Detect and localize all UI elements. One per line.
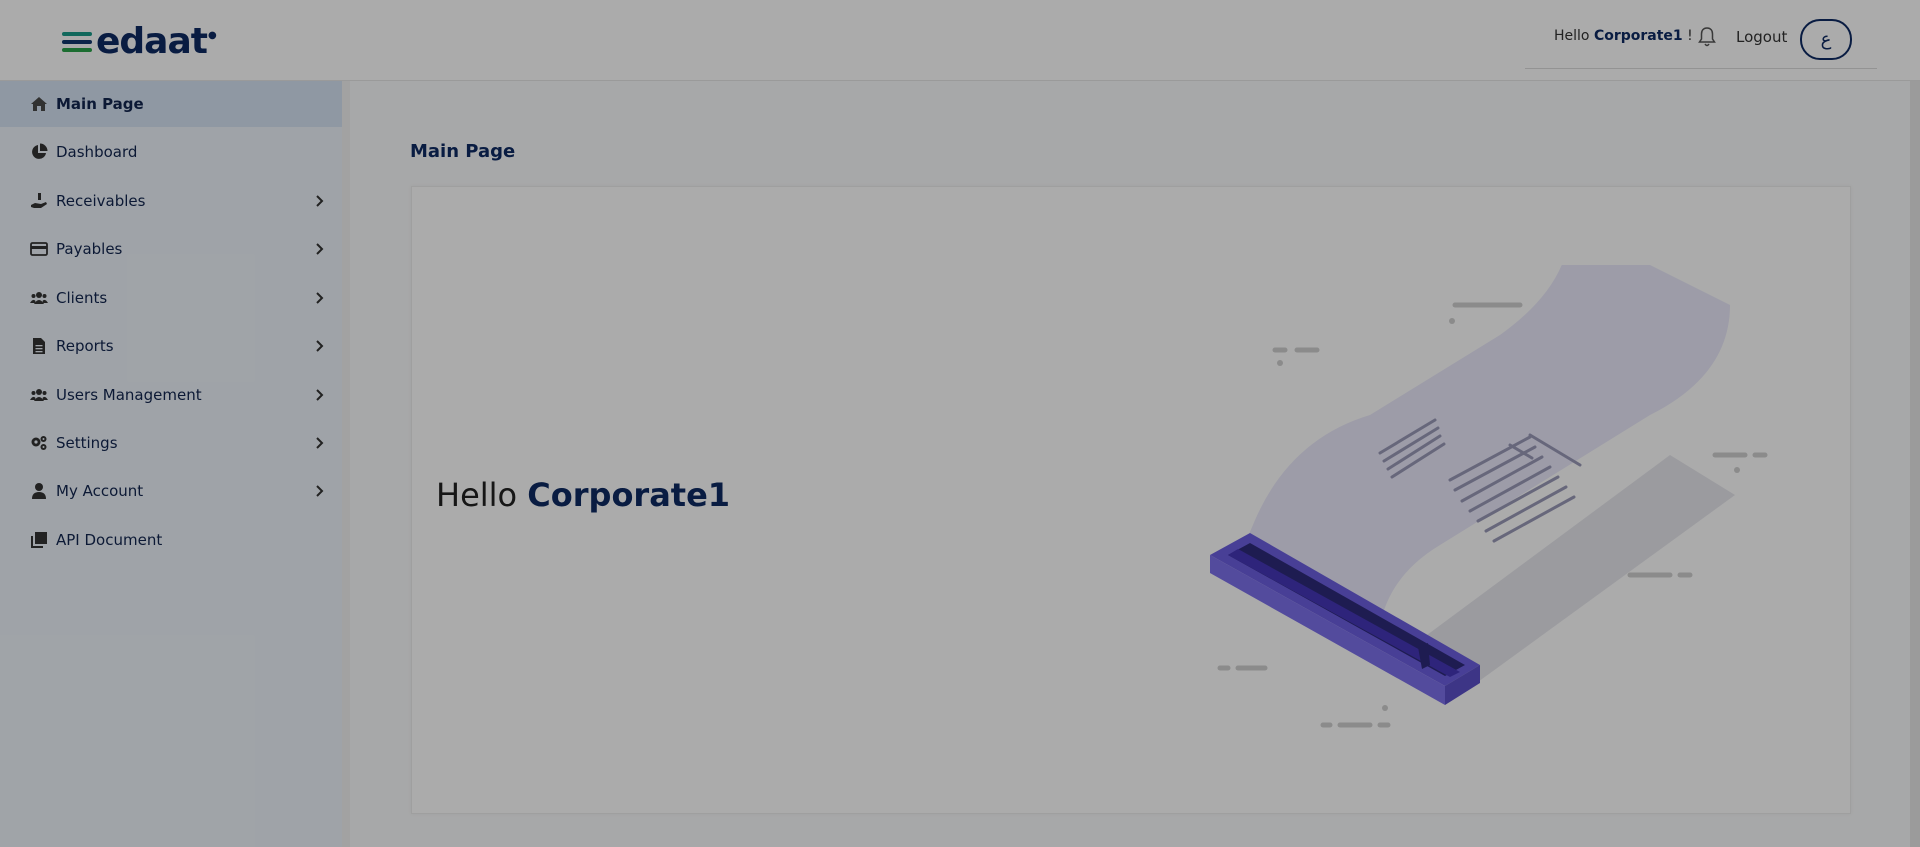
logo-registered-mark: ● (207, 29, 217, 41)
welcome-prefix: Hello (436, 476, 518, 514)
chevron-right-icon (316, 292, 324, 304)
home-icon (31, 97, 47, 111)
sidebar-item-label: Settings (56, 434, 118, 452)
credit-card-icon (30, 242, 48, 256)
greeting-suffix: ! (1687, 28, 1693, 44)
chevron-right-icon (316, 485, 324, 497)
chevron-right-icon (316, 340, 324, 352)
greeting-username: Corporate1 (1593, 28, 1683, 44)
edaat-logo[interactable]: edaat ● (62, 24, 217, 60)
sidebar-item-label: Clients (56, 289, 108, 307)
pie-chart-icon (32, 143, 48, 159)
sidebar-content-separator (342, 81, 350, 847)
user-icon (32, 483, 46, 499)
hand-coin-icon (31, 193, 47, 208)
sidebar-item-label: API Document (56, 531, 163, 549)
greeting-prefix: Hello (1554, 28, 1590, 44)
gears-icon (31, 436, 47, 450)
users-group-icon (30, 389, 48, 401)
sidebar-item-label: Main Page (56, 95, 144, 113)
logout-link[interactable]: Logout (1736, 28, 1787, 46)
bell-icon[interactable] (1697, 26, 1717, 48)
sidebar-item-payables[interactable]: Payables (0, 226, 342, 272)
logo-mark-icon (62, 30, 94, 54)
welcome-username: Corporate1 (527, 476, 731, 514)
sidebar-item-clients[interactable]: Clients (0, 275, 342, 321)
sidebar-item-label: Payables (56, 240, 123, 258)
sidebar-item-label: Receivables (56, 192, 146, 210)
chevron-right-icon (316, 389, 324, 401)
sidebar-item-label: My Account (56, 482, 144, 500)
sidebar-item-my-account[interactable]: My Account (0, 468, 342, 514)
copy-icon (31, 532, 47, 548)
header-divider (1525, 68, 1877, 69)
sidebar-item-label: Dashboard (56, 143, 138, 161)
chevron-right-icon (316, 243, 324, 255)
sidebar-item-label: Users Management (56, 386, 202, 404)
sidebar: Main Page Dashboard Receivables Payables (0, 81, 342, 847)
sidebar-item-main-page[interactable]: Main Page (0, 81, 342, 127)
welcome-heading: Hello Corporate1 (436, 476, 730, 514)
chevron-right-icon (316, 195, 324, 207)
header-greeting: Hello Corporate1 ! (1554, 28, 1693, 44)
users-icon (30, 292, 48, 304)
language-toggle-button[interactable]: ع (1800, 19, 1852, 60)
sidebar-item-reports[interactable]: Reports (0, 323, 342, 369)
sidebar-item-settings[interactable]: Settings (0, 420, 342, 466)
chevron-right-icon (316, 437, 324, 449)
page-title: Main Page (410, 141, 516, 162)
sidebar-item-receivables[interactable]: Receivables (0, 178, 342, 224)
sidebar-item-dashboard[interactable]: Dashboard (0, 129, 342, 175)
receipt-printer-illustration (1210, 265, 1768, 728)
sidebar-item-users-management[interactable]: Users Management (0, 372, 342, 418)
logo-text: edaat (96, 21, 208, 62)
vertical-scrollbar[interactable] (1910, 81, 1920, 847)
file-icon (33, 338, 45, 354)
sidebar-item-api-document[interactable]: API Document (0, 517, 342, 563)
sidebar-item-label: Reports (56, 337, 114, 355)
top-bar: edaat ● Hello Corporate1 ! Logout ع (0, 0, 1920, 81)
